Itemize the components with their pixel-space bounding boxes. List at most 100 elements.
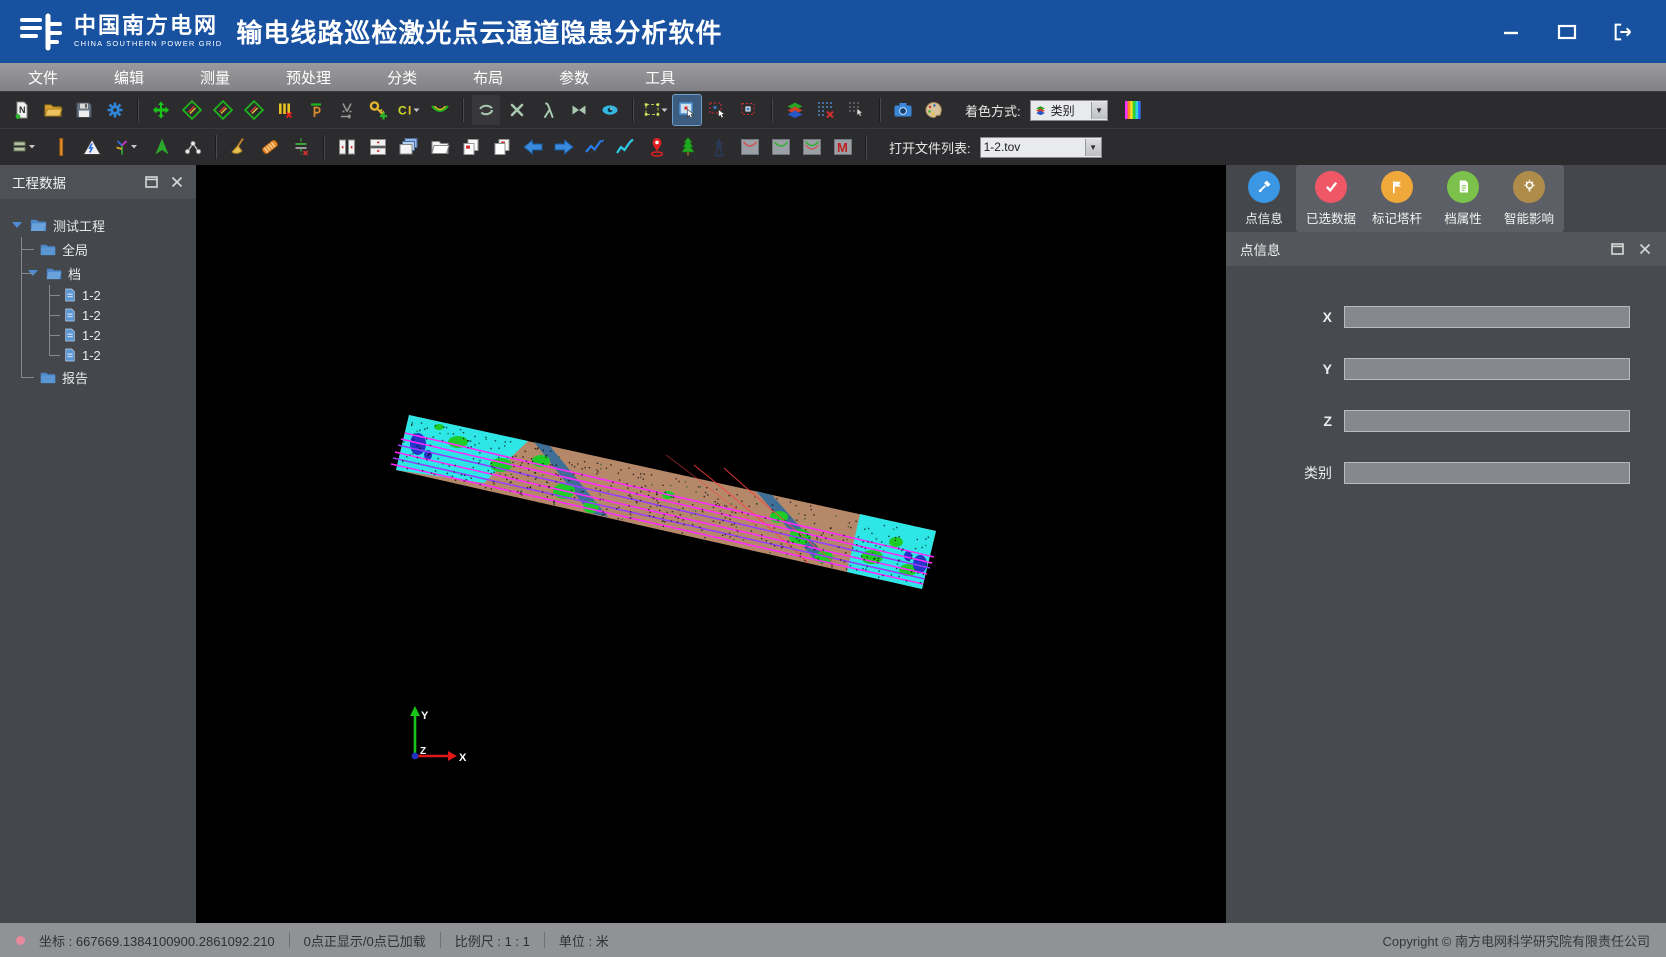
x-field-label: X [1226, 309, 1344, 325]
profile-measure-button[interactable] [302, 95, 330, 125]
folder-view-button[interactable] [426, 132, 454, 162]
cross-delete-button[interactable] [503, 95, 531, 125]
polyline-blue-button[interactable] [581, 132, 609, 162]
menu-file[interactable]: 文件 [0, 63, 86, 91]
catenary-button[interactable] [426, 95, 454, 125]
svg-text:M: M [837, 140, 848, 155]
tab-smart-impact[interactable]: 智能影响 [1496, 165, 1562, 232]
tree-node-project[interactable]: 测试工程 [0, 213, 196, 237]
tower-lambda-button[interactable] [534, 95, 562, 125]
field-row-category: 类别 [1226, 462, 1630, 484]
tree-node-span-file[interactable]: 1-2 [0, 345, 196, 365]
select-polygon-button[interactable] [704, 95, 732, 125]
split-vertical-button[interactable] [333, 132, 361, 162]
comb-brush-button[interactable] [256, 132, 284, 162]
expander-down-icon[interactable] [12, 222, 22, 228]
delete-bars-button[interactable] [271, 95, 299, 125]
chevron-down-icon[interactable]: ▼ [1085, 139, 1101, 156]
split-horizontal-button[interactable] [364, 132, 392, 162]
span-red-curve-button[interactable] [736, 132, 764, 162]
tree-node-span-file[interactable]: 1-2 [0, 285, 196, 305]
visibility-button[interactable] [596, 95, 624, 125]
ruler-stick-button[interactable] [47, 132, 75, 162]
branch-dropdown-button[interactable] [109, 132, 145, 162]
move-button[interactable] [147, 95, 175, 125]
menu-preprocess[interactable]: 预处理 [258, 63, 359, 91]
viewport-3d[interactable]: Y X Z [196, 165, 1226, 923]
panel-float-button[interactable] [1610, 242, 1624, 256]
snapshot-button[interactable] [889, 95, 917, 125]
transmission-tower-button[interactable] [705, 132, 733, 162]
next-button[interactable] [550, 132, 578, 162]
classify-diamond-3-button[interactable] [240, 95, 268, 125]
tree-node-span-file[interactable]: 1-2 [0, 305, 196, 325]
copy-view-back-button[interactable] [488, 132, 516, 162]
previous-button[interactable] [519, 132, 547, 162]
grid-select-button[interactable] [843, 95, 871, 125]
new-file-button[interactable]: N [8, 95, 36, 125]
rotate-button[interactable] [472, 95, 500, 125]
cascade-windows-button[interactable] [395, 132, 423, 162]
palette-button[interactable] [920, 95, 948, 125]
toolbar-separator [137, 98, 139, 122]
classify-diamond-1-button[interactable] [178, 95, 206, 125]
minimize-button[interactable] [1500, 21, 1522, 43]
maximize-button[interactable] [1556, 21, 1578, 43]
tab-label: 智能影响 [1504, 208, 1554, 227]
span-mixed-curve-button[interactable] [798, 132, 826, 162]
settings-button[interactable] [101, 95, 129, 125]
tab-point-info[interactable]: 点信息 [1232, 165, 1296, 232]
copy-view-front-button[interactable] [457, 132, 485, 162]
direction-arrow-button[interactable] [148, 132, 176, 162]
exit-button[interactable] [1612, 21, 1634, 43]
key-add-button[interactable] [364, 95, 392, 125]
open-project-button[interactable] [39, 95, 67, 125]
angle-measure-button[interactable] [333, 95, 361, 125]
point-info-panel-header: 点信息 [1226, 232, 1666, 266]
clean-broom-button[interactable] [225, 132, 253, 162]
marker-m-button[interactable]: M [829, 132, 857, 162]
panel-close-button[interactable] [1638, 242, 1652, 256]
x-field-input[interactable] [1344, 306, 1630, 328]
tree-node-label: 1-2 [82, 288, 101, 303]
select-point-button[interactable] [735, 95, 763, 125]
span-green-curve-button[interactable] [767, 132, 795, 162]
tab-mark-tower[interactable]: 标记塔杆 [1364, 165, 1430, 232]
menu-measure[interactable]: 测量 [172, 63, 258, 91]
menu-edit[interactable]: 编辑 [86, 63, 172, 91]
hazard-triangle-button[interactable] [78, 132, 106, 162]
class-layers-button[interactable] [781, 95, 809, 125]
grid-delete-button[interactable] [812, 95, 840, 125]
tree-button[interactable] [674, 132, 702, 162]
z-field-input[interactable] [1344, 410, 1630, 432]
toolbar-separator [771, 98, 773, 122]
tab-selected-data[interactable]: 已选数据 [1298, 165, 1364, 232]
menu-tools[interactable]: 工具 [617, 63, 703, 91]
node-network-button[interactable] [179, 132, 207, 162]
chevron-down-icon[interactable]: ▼ [1091, 102, 1107, 119]
color-ramp-icon [1124, 99, 1142, 121]
panel-close-button[interactable] [170, 175, 184, 189]
rows-dropdown-button[interactable] [8, 132, 44, 162]
ci-dropdown-button[interactable]: CI [395, 95, 423, 125]
select-box-button[interactable] [673, 95, 701, 125]
select-rect-dropdown-button[interactable] [642, 95, 670, 125]
toolbar-secondary: M 打开文件列表: 1-2.tov ▼ [0, 128, 1666, 165]
tab-span-properties[interactable]: 档属性 [1430, 165, 1496, 232]
polyline-cyan-button[interactable] [612, 132, 640, 162]
save-button[interactable] [70, 95, 98, 125]
swap-cross-button[interactable] [565, 95, 593, 125]
open-file-list-combobox[interactable]: 1-2.tov ▼ [980, 137, 1102, 158]
y-field-input[interactable] [1344, 358, 1630, 380]
category-field-input[interactable] [1344, 462, 1630, 484]
menu-classify[interactable]: 分类 [359, 63, 445, 91]
tree-node-span-file[interactable]: 1-2 [0, 325, 196, 345]
panel-float-button[interactable] [144, 175, 158, 189]
coloring-mode-combobox[interactable]: 类别 ▼ [1030, 100, 1108, 121]
classify-diamond-2-button[interactable] [209, 95, 237, 125]
menu-layout[interactable]: 布局 [445, 63, 531, 91]
color-ramp-button[interactable] [1119, 95, 1147, 125]
menu-parameters[interactable]: 参数 [531, 63, 617, 91]
location-pin-button[interactable] [643, 132, 671, 162]
section-divider-button[interactable] [287, 132, 315, 162]
